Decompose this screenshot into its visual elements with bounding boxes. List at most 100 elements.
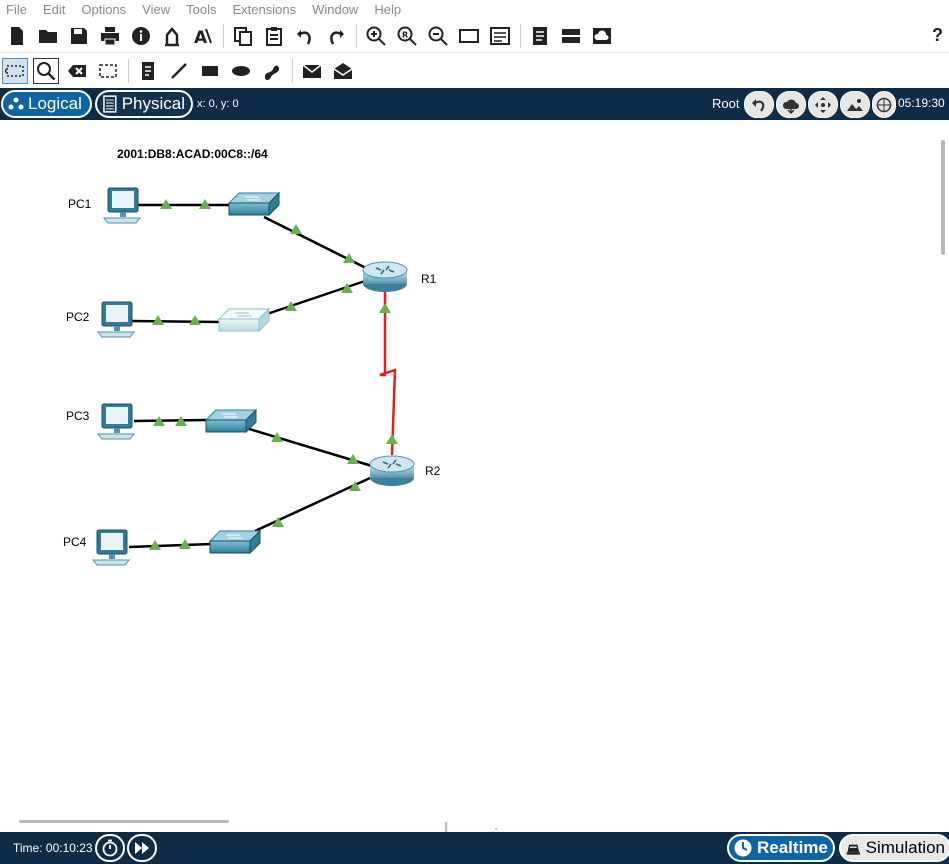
redo-icon[interactable] [323,23,349,49]
pc4-device[interactable] [91,529,131,566]
realtime-mode-button[interactable]: Realtime [727,834,835,862]
link-status-lights [149,199,398,550]
link-pc3-switch[interactable] [133,418,209,423]
r1-device[interactable] [362,261,408,292]
set-background-button[interactable] [840,91,870,118]
menu-window[interactable]: Window [312,2,358,17]
cluster-button[interactable] [776,91,806,118]
horizontal-scrollbar[interactable] [19,820,229,823]
vertical-scrollbar[interactable] [941,140,945,255]
power-cycle-button[interactable] [94,834,125,862]
r2-device[interactable] [369,455,415,486]
save-icon[interactable] [66,23,92,49]
pc3-device[interactable] [96,403,136,440]
link-light [189,315,201,325]
move-object-button[interactable] [808,91,838,118]
network-address-note[interactable]: 2001:DB8:ACAD:00C8::/64 [117,147,268,161]
menu-options[interactable]: Options [81,2,126,17]
pc1-label: PC1 [68,197,92,211]
timer-icon [102,839,118,857]
place-note-icon[interactable] [135,58,161,84]
fast-forward-icon [134,842,149,854]
freeform-icon[interactable] [259,58,285,84]
zoom-reset-icon[interactable]: R [394,23,420,49]
link-pc4-switch[interactable] [128,542,213,549]
links [128,203,373,549]
device-template-icon[interactable] [558,23,584,49]
physical-tab-label: Physical [121,94,185,113]
zoom-out-icon[interactable] [425,23,451,49]
menu-file[interactable]: File [6,2,27,17]
physical-tab[interactable]: Physical [95,90,193,118]
menu-help[interactable]: Help [374,2,401,17]
new-file-icon[interactable] [4,23,30,49]
toolbar-separator [128,59,129,83]
paste-icon[interactable] [261,23,287,49]
toolbar-separator [292,59,293,83]
notes-icon[interactable] [527,23,553,49]
draw-line-icon[interactable] [166,58,192,84]
realtime-label: Realtime [757,838,828,857]
network-wizard-icon[interactable] [159,23,185,49]
serial-link-r1-r2[interactable] [379,290,397,456]
pc2-label: PC2 [66,310,90,324]
draw-ellipse-icon[interactable] [228,58,254,84]
cloud-icon [782,99,799,114]
copy-icon[interactable] [230,23,256,49]
back-button[interactable] [744,91,774,118]
inspect-tool-icon[interactable] [33,58,59,84]
delete-tool-icon[interactable] [64,58,90,84]
back-arrow-icon [752,98,765,112]
r1-label: R1 [421,272,437,286]
edit-toolbar [0,54,949,88]
info-icon[interactable] [128,23,154,49]
drawing-palette-icon[interactable] [456,23,482,49]
menu-edit[interactable]: Edit [43,2,65,17]
root-label[interactable]: Root [712,96,739,111]
cloud-view-icon[interactable] [589,23,615,49]
link-light [285,301,297,311]
pc1-device[interactable] [102,187,142,224]
topology-diagram [91,187,415,566]
print-icon[interactable] [97,23,123,49]
switch4-device[interactable] [208,529,262,555]
pc2-device[interactable] [96,301,136,338]
logical-tab-label: Logical [28,94,82,113]
help-icon[interactable]: ? [932,25,943,46]
simulation-time: Time: 00:10:23 [13,841,93,855]
switch2-device[interactable] [217,307,271,333]
link-pc2-switch[interactable] [131,319,221,324]
select-tool-icon[interactable] [2,58,28,84]
link-switch2-r1[interactable] [263,278,369,317]
svg-text:R: R [402,31,408,40]
globe-clock-icon [876,97,892,112]
image-icon [847,98,863,111]
resize-tool-icon[interactable] [95,58,121,84]
packet-tracer-window: File Edit Options View Tools Extensions … [0,0,949,864]
cursor-coordinates: x: 0, y: 0 [197,98,239,110]
toolbar-separator [356,24,357,48]
activity-wizard-icon[interactable]: A [190,23,216,49]
switch3-device[interactable] [204,408,258,434]
logical-workspace-canvas[interactable]: 2001:DB8:ACAD:00C8::/64 PC1 PC2 PC3 PC4 … [0,120,949,820]
open-folder-icon[interactable] [35,23,61,49]
main-toolbar: A R [0,20,949,53]
physical-icon [103,95,117,113]
undo-icon[interactable] [292,23,318,49]
menu-tools[interactable]: Tools [186,2,216,17]
viewport-button[interactable] [872,91,896,118]
switch1-device[interactable] [227,191,281,217]
draw-rectangle-icon[interactable] [197,58,223,84]
move-arrows-icon [815,96,831,113]
simple-pdu-icon[interactable] [299,58,325,84]
menu-extensions[interactable]: Extensions [232,2,296,17]
complex-pdu-icon[interactable] [330,58,356,84]
custom-device-icon[interactable] [487,23,513,49]
stopwatch-icon [846,844,860,855]
logical-tab[interactable]: Logical [1,90,92,118]
menu-view[interactable]: View [142,2,170,17]
menu-bar: File Edit Options View Tools Extensions … [0,0,949,18]
simulation-mode-button[interactable]: Simulation [839,834,949,862]
fast-forward-button[interactable] [126,834,157,862]
zoom-in-icon[interactable] [363,23,389,49]
